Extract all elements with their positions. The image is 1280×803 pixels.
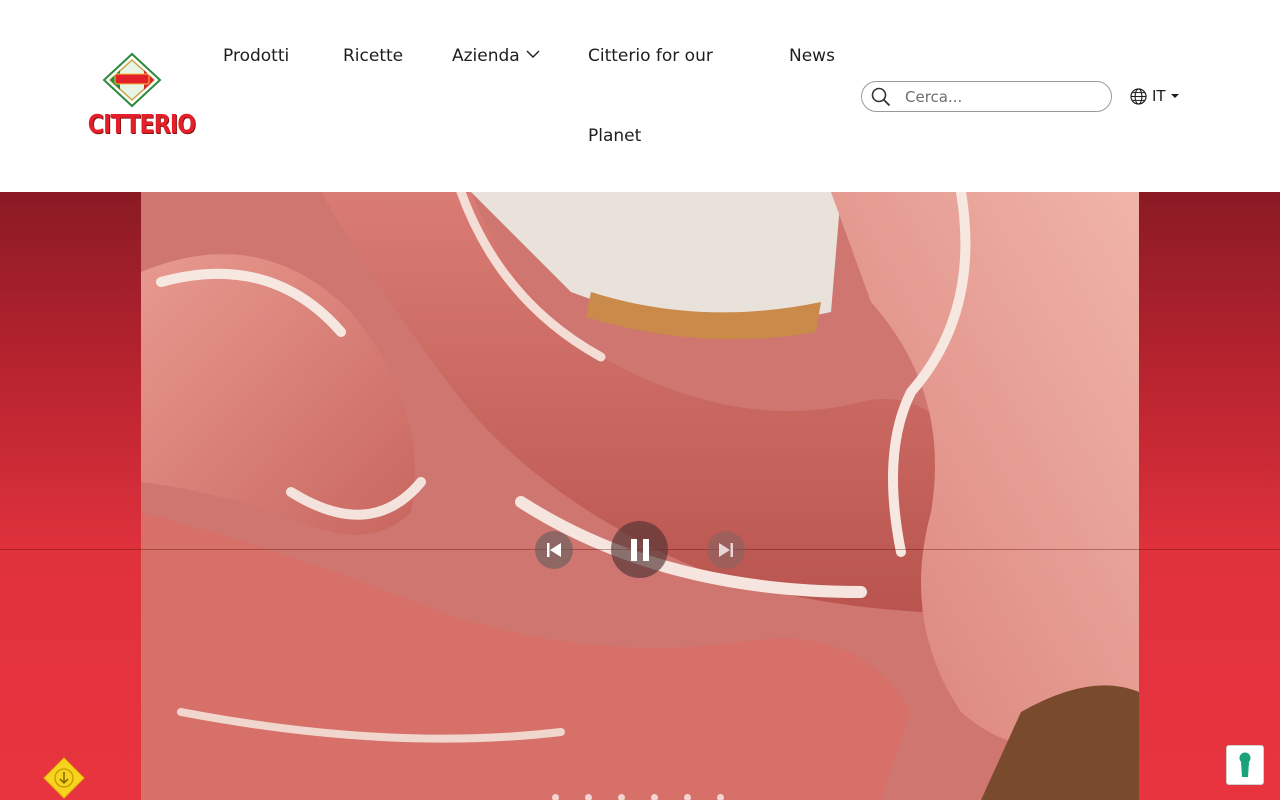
nav-item-ricette[interactable]: Ricette: [343, 46, 403, 66]
brand-name: CITTERIO: [87, 110, 196, 140]
previous-icon: [547, 543, 561, 557]
nav-item-azienda[interactable]: Azienda: [452, 46, 540, 66]
slide-dot[interactable]: [684, 794, 691, 800]
search-box: [861, 81, 1112, 112]
accessibility-button[interactable]: [1226, 745, 1264, 785]
hero-section: [0, 192, 1280, 800]
slide-dot[interactable]: [552, 794, 559, 800]
slide-dot[interactable]: [618, 794, 625, 800]
hero-video[interactable]: [141, 192, 1139, 800]
citterio-logo[interactable]: CITTERIO: [80, 52, 196, 140]
nav-item-news[interactable]: News: [789, 46, 835, 66]
nav-item-citterio-for-our-planet[interactable]: Citterio for our: [588, 46, 713, 66]
chevron-down-icon: [526, 50, 540, 58]
prosciutto-video-frame: [141, 192, 1139, 800]
nav-item-azienda-label: Azienda: [452, 46, 520, 66]
slide-dot[interactable]: [585, 794, 592, 800]
pause-button[interactable]: [611, 521, 668, 578]
search-input[interactable]: [905, 86, 1100, 108]
caret-down-icon: [1170, 94, 1179, 98]
slide-dot[interactable]: [717, 794, 724, 800]
site-header: CITTERIO Prodotti Ricette Azienda Citter…: [0, 0, 1280, 192]
slide-indicators: [552, 794, 724, 800]
citterio-emblem-icon: [102, 52, 162, 108]
pause-icon: [630, 538, 649, 561]
language-label: IT: [1152, 87, 1166, 105]
arrow-down-icon: [43, 757, 85, 799]
keyhole-icon: [1239, 752, 1251, 777]
next-icon: [719, 543, 733, 557]
globe-icon: [1130, 87, 1147, 105]
language-selector[interactable]: IT: [1130, 85, 1179, 107]
nav-item-prodotti[interactable]: Prodotti: [223, 46, 289, 66]
slide-dot[interactable]: [651, 794, 658, 800]
previous-slide-button[interactable]: [535, 531, 573, 569]
next-slide-button[interactable]: [707, 531, 745, 569]
search-icon[interactable]: [871, 87, 891, 107]
scroll-down-button[interactable]: [43, 757, 85, 799]
nav-item-planet[interactable]: Planet: [588, 126, 641, 146]
